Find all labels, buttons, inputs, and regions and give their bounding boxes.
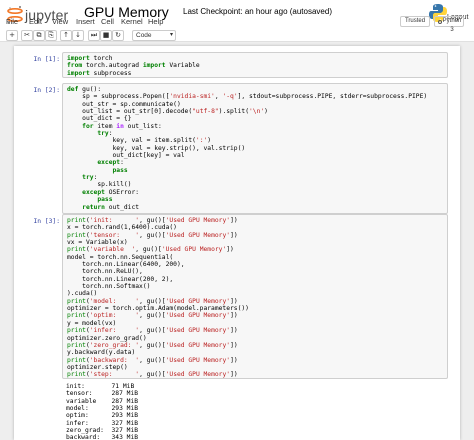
paste-cell-button[interactable]: ⎘ bbox=[45, 30, 57, 41]
output-line: infer: 327 MiB bbox=[66, 419, 139, 427]
output-line: model: 293 MiB bbox=[66, 405, 139, 413]
cell-output: init: 71 MiB tensor: 287 MiB variable 287 … bbox=[66, 383, 138, 440]
toolbar: + ✂ ⧉ ⎘ ↑ ↓ ⏭ ■ ↻ Code ▾ bbox=[0, 28, 474, 42]
kernel-indicator: Python 3 bbox=[434, 16, 464, 33]
code-cell-1[interactable]: In [1]: import torch from torch.autograd … bbox=[14, 52, 460, 78]
code-line: import subprocess bbox=[67, 69, 132, 77]
menu-file[interactable]: File bbox=[6, 17, 18, 26]
code-line: pass bbox=[97, 196, 113, 204]
menu-cell[interactable]: Cell bbox=[101, 17, 114, 26]
interrupt-kernel-button[interactable]: ■ bbox=[100, 30, 112, 41]
code-cell-2[interactable]: In [2]: def gu(): sp = subprocess.Popen(… bbox=[14, 83, 460, 214]
run-cell-button[interactable]: ⏭ bbox=[88, 30, 100, 41]
code-line: out_dict[key] = val bbox=[67, 152, 185, 160]
code-line: return out_dict bbox=[82, 203, 140, 211]
code-line: optimizer.step() bbox=[67, 363, 128, 371]
add-cell-button[interactable]: + bbox=[6, 30, 18, 41]
notebook-container: In [1]: import torch from torch.autograd … bbox=[14, 46, 460, 440]
restart-kernel-button[interactable]: ↻ bbox=[112, 30, 124, 41]
code-line: try: bbox=[82, 174, 98, 182]
code-line: y = model(vx) bbox=[67, 319, 117, 327]
code-line: sp.kill() bbox=[67, 181, 132, 189]
menu-insert[interactable]: Insert bbox=[76, 17, 95, 26]
code-line: sp = subprocess.Popen(['nvidia-smi', '-q… bbox=[67, 93, 428, 101]
code-line: except: bbox=[97, 159, 124, 167]
code-line: try: bbox=[97, 130, 113, 138]
code-line: print('step: ', gu()['Used GPU Memory']) bbox=[67, 371, 238, 379]
code-text[interactable]: def gu(): sp = subprocess.Popen(['nvidia… bbox=[63, 84, 447, 213]
code-input-3[interactable]: print('init: ', gu()['Used GPU Memory'])… bbox=[62, 214, 448, 379]
code-line: ).cuda() bbox=[67, 290, 98, 298]
code-line: torch.nn.Linear(200, 2), bbox=[67, 275, 174, 283]
code-line: y.backward(y.data) bbox=[67, 349, 136, 357]
code-line: torch.nn.Softmax() bbox=[67, 283, 151, 291]
code-input-2[interactable]: def gu(): sp = subprocess.Popen(['nvidia… bbox=[62, 83, 448, 214]
code-text[interactable]: import torch from torch.autograd import V… bbox=[63, 53, 447, 79]
move-down-button[interactable]: ↓ bbox=[72, 30, 84, 41]
kernel-idle-icon bbox=[438, 20, 442, 24]
code-line: print('optim: ', gu()['Used GPU Memory']… bbox=[67, 312, 238, 320]
code-line: model = torch.nn.Sequential( bbox=[67, 253, 174, 261]
trusted-indicator[interactable]: Trusted bbox=[400, 16, 430, 27]
code-line: out_str = sp.communicate() bbox=[67, 100, 181, 108]
code-line: key, val = item.split(':') bbox=[67, 137, 212, 145]
output-line: variable 287 MiB bbox=[66, 397, 139, 405]
code-line: torch.nn.ReLU(), bbox=[67, 268, 143, 276]
menu-help[interactable]: Help bbox=[148, 17, 163, 26]
code-line: pass bbox=[112, 166, 128, 174]
cell-type-value: Code bbox=[136, 32, 152, 39]
output-line: optim: 293 MiB bbox=[66, 412, 139, 420]
code-line: out_list = out_str[0].decode("utf-8").sp… bbox=[67, 108, 268, 116]
code-line: out_dict = {} bbox=[67, 115, 132, 123]
code-line: optimizer.zero_grad() bbox=[67, 334, 147, 342]
code-line: from torch.autograd import Variable bbox=[67, 62, 200, 70]
output-line: backward: 343 MiB bbox=[66, 434, 139, 440]
menu-view[interactable]: View bbox=[52, 17, 68, 26]
menu-edit[interactable]: Edit bbox=[29, 17, 42, 26]
chevron-down-icon: ▾ bbox=[169, 32, 173, 38]
code-text[interactable]: print('init: ', gu()['Used GPU Memory'])… bbox=[63, 215, 447, 381]
code-line: optimizer = torch.optim.Adam(model.param… bbox=[67, 305, 249, 313]
code-line: except OSError: bbox=[82, 188, 140, 196]
cell-type-select[interactable]: Code ▾ bbox=[132, 30, 176, 41]
code-line: print('model: ', gu()['Used GPU Memory']… bbox=[67, 297, 238, 305]
code-line: def gu(): bbox=[67, 86, 102, 93]
code-line: key, val = key.strip(), val.strip() bbox=[67, 144, 246, 152]
code-line: print('tensor: ', gu()['Used GPU Memory'… bbox=[67, 231, 238, 239]
code-line: vx = Variable(x) bbox=[67, 239, 128, 247]
code-line: print('infer: ', gu()['Used GPU Memory']… bbox=[67, 327, 238, 335]
output-line: tensor: 287 MiB bbox=[66, 390, 139, 398]
code-line: print('variable ', gu()['Used GPU Memory… bbox=[67, 246, 234, 254]
copy-cell-button[interactable]: ⧉ bbox=[33, 30, 45, 41]
menu-kernel[interactable]: Kernel bbox=[121, 17, 143, 26]
code-line: for item in out_list: bbox=[82, 122, 162, 130]
cell-prompt: In [2]: bbox=[33, 87, 60, 94]
cut-cell-button[interactable]: ✂ bbox=[21, 30, 33, 41]
cell-prompt: In [3]: bbox=[33, 218, 60, 225]
output-line: init: 71 MiB bbox=[66, 383, 135, 390]
code-line: print('backward: ', gu()['Used GPU Memor… bbox=[67, 356, 238, 364]
code-line: x = torch.rand(1,6400).cuda() bbox=[67, 224, 177, 232]
code-line: torch.nn.Linear(6400, 200), bbox=[67, 261, 185, 269]
output-line: zero_grad: 327 MiB bbox=[66, 427, 139, 435]
code-input-1[interactable]: import torch from torch.autograd import V… bbox=[62, 52, 448, 78]
code-cell-3[interactable]: In [3]: print('init: ', gu()['Used GPU M… bbox=[14, 214, 460, 440]
code-line: print('zero_grad: ', gu()['Used GPU Memo… bbox=[67, 341, 238, 349]
code-line: print('init: ', gu()['Used GPU Memory']) bbox=[67, 217, 238, 224]
cell-prompt: In [1]: bbox=[33, 56, 60, 63]
move-up-button[interactable]: ↑ bbox=[60, 30, 72, 41]
